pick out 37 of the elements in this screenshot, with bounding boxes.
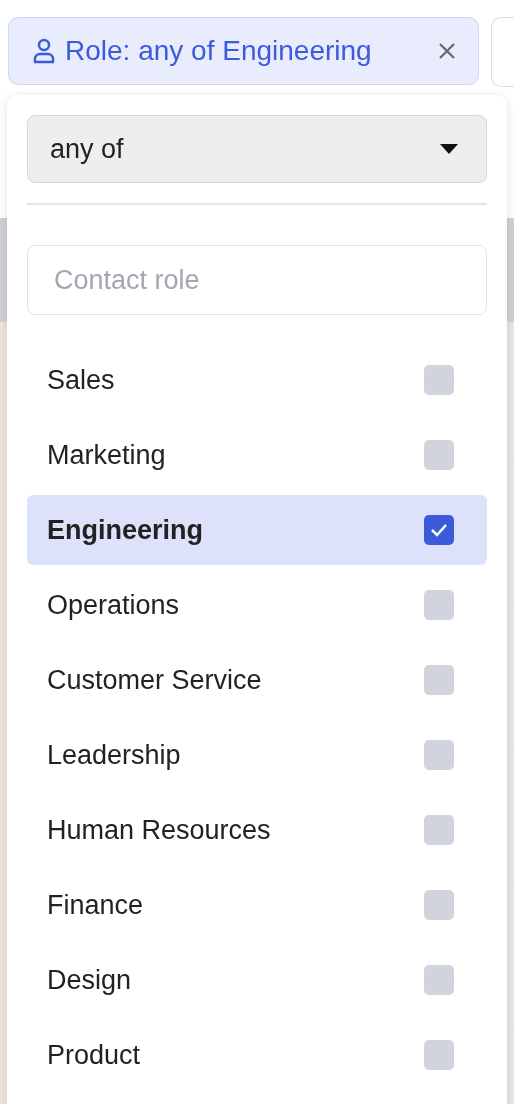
option-label: Design <box>47 964 132 996</box>
checkbox[interactable] <box>424 365 454 395</box>
filter-chip[interactable]: Role: any of Engineering <box>8 17 479 85</box>
option-item[interactable]: Customer Service <box>27 645 487 715</box>
option-item[interactable]: Operations <box>27 570 487 640</box>
option-label: Human Resources <box>47 814 271 846</box>
checkbox[interactable] <box>424 815 454 845</box>
checkbox[interactable] <box>424 965 454 995</box>
caret-icon <box>440 144 458 154</box>
person-icon <box>33 38 55 64</box>
checkbox[interactable] <box>424 740 454 770</box>
option-item[interactable]: Engineering <box>27 495 487 565</box>
option-label: Leadership <box>47 739 181 771</box>
option-item[interactable]: Finance <box>27 870 487 940</box>
option-item[interactable]: Product <box>27 1020 487 1090</box>
option-label: Sales <box>47 364 115 396</box>
option-item[interactable]: Human Resources <box>27 795 487 865</box>
option-label: Customer Service <box>47 664 262 696</box>
option-item[interactable]: Marketing <box>27 420 487 490</box>
close-icon[interactable] <box>438 42 456 60</box>
option-label: Marketing <box>47 439 166 471</box>
option-label: Engineering <box>47 514 203 546</box>
checkbox[interactable] <box>424 440 454 470</box>
option-item[interactable]: Sales <box>27 345 487 415</box>
checkbox[interactable] <box>424 890 454 920</box>
option-item[interactable]: Leadership <box>27 720 487 790</box>
option-item[interactable]: Design <box>27 945 487 1015</box>
checkbox[interactable] <box>424 665 454 695</box>
option-label: Finance <box>47 889 144 921</box>
search-field[interactable]: Contact role <box>27 245 487 315</box>
operator-select[interactable]: any of <box>27 115 487 183</box>
checkbox[interactable] <box>424 1040 454 1070</box>
checkbox[interactable] <box>424 515 454 545</box>
checkbox[interactable] <box>424 590 454 620</box>
option-label: Product <box>47 1039 141 1071</box>
check-icon <box>430 523 448 537</box>
option-label: Operations <box>47 589 180 621</box>
